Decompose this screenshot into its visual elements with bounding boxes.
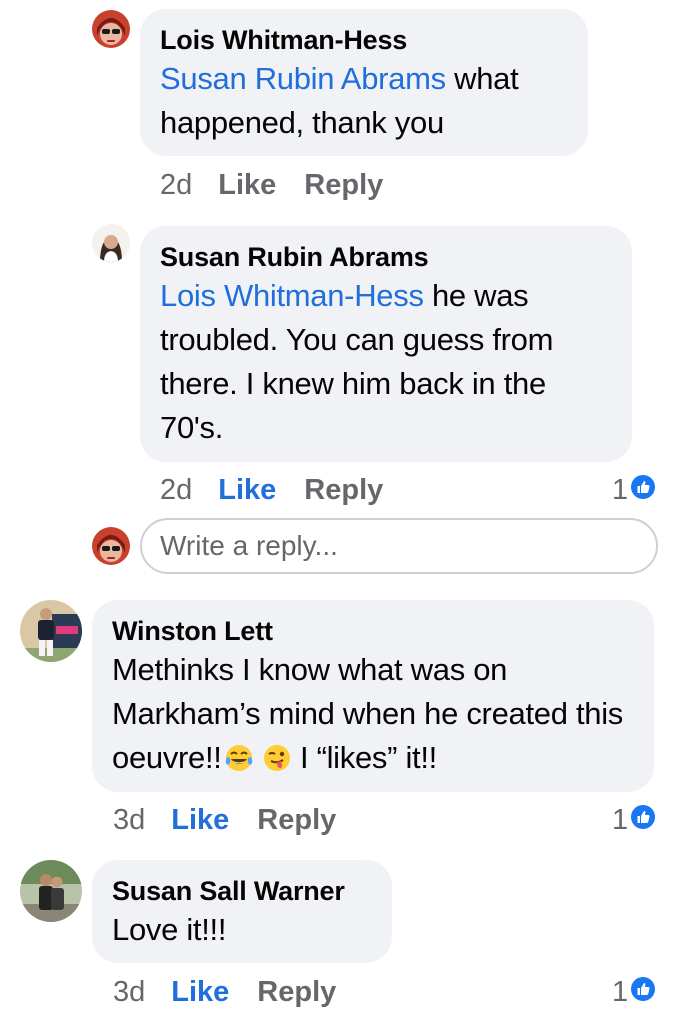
comment-bubble: Susan Sall Warner Love it!!! (92, 860, 392, 963)
mention-link[interactable]: Lois Whitman-Hess (160, 278, 424, 313)
like-reaction-icon (631, 474, 656, 507)
comment-actions: 2d Like Reply (160, 470, 383, 510)
comment-timestamp[interactable]: 3d (113, 976, 145, 1009)
comment-actions: 3d Like Reply (113, 800, 336, 840)
avatar-current-user[interactable] (92, 527, 130, 565)
comment-author[interactable]: Lois Whitman-Hess (160, 23, 568, 57)
mention-link[interactable]: Susan Rubin Abrams (160, 61, 446, 96)
winking-tongue-emoji (262, 741, 292, 785)
comment-actions: 3d Like Reply (113, 972, 336, 1012)
avatar-winston-lett[interactable] (20, 600, 82, 662)
comment-text: Lois Whitman-Hess he was troubled. You c… (160, 278, 554, 445)
reply-input[interactable] (160, 530, 638, 562)
reaction-number: 1 (612, 803, 629, 836)
reaction-number: 1 (612, 975, 629, 1008)
reply-button[interactable]: Reply (304, 474, 383, 507)
reaction-count[interactable]: 1 (612, 972, 656, 1012)
like-button[interactable]: Like (218, 169, 276, 202)
reply-input-container[interactable] (140, 518, 658, 574)
reaction-count[interactable]: 1 (612, 470, 656, 510)
comment-author[interactable]: Susan Sall Warner (112, 874, 372, 908)
comment-actions: 2d Like Reply (160, 165, 383, 205)
avatar-susan-rubin-abrams[interactable] (92, 224, 130, 262)
like-button[interactable]: Like (171, 976, 229, 1009)
comment-timestamp[interactable]: 2d (160, 169, 192, 202)
laughing-tears-emoji (224, 741, 254, 785)
avatar-susan-sall-warner[interactable] (20, 860, 82, 922)
like-reaction-icon (631, 976, 656, 1009)
comment-bubble: Susan Rubin Abrams Lois Whitman-Hess he … (140, 226, 632, 462)
like-button[interactable]: Like (218, 474, 276, 507)
comment-text: Love it!!! (112, 912, 227, 947)
comment-bubble: Lois Whitman-Hess Susan Rubin Abrams wha… (140, 9, 588, 156)
comment-bubble: Winston Lett Methinks I know what was on… (92, 600, 654, 792)
comment-author[interactable]: Winston Lett (112, 614, 634, 648)
comment-text: Susan Rubin Abrams what happened, thank … (160, 61, 519, 140)
comment-timestamp[interactable]: 2d (160, 474, 192, 507)
comment-author[interactable]: Susan Rubin Abrams (160, 240, 612, 274)
reaction-number: 1 (612, 473, 629, 506)
reply-button[interactable]: Reply (257, 976, 336, 1009)
reply-button[interactable]: Reply (257, 804, 336, 837)
avatar-lois-whitman-hess[interactable] (92, 10, 130, 48)
comment-timestamp[interactable]: 3d (113, 804, 145, 837)
reaction-count[interactable]: 1 (612, 800, 656, 840)
reply-button[interactable]: Reply (304, 169, 383, 202)
comment-text: Methinks I know what was on Markham’s mi… (112, 648, 634, 785)
like-button[interactable]: Like (171, 804, 229, 837)
like-reaction-icon (631, 804, 656, 837)
